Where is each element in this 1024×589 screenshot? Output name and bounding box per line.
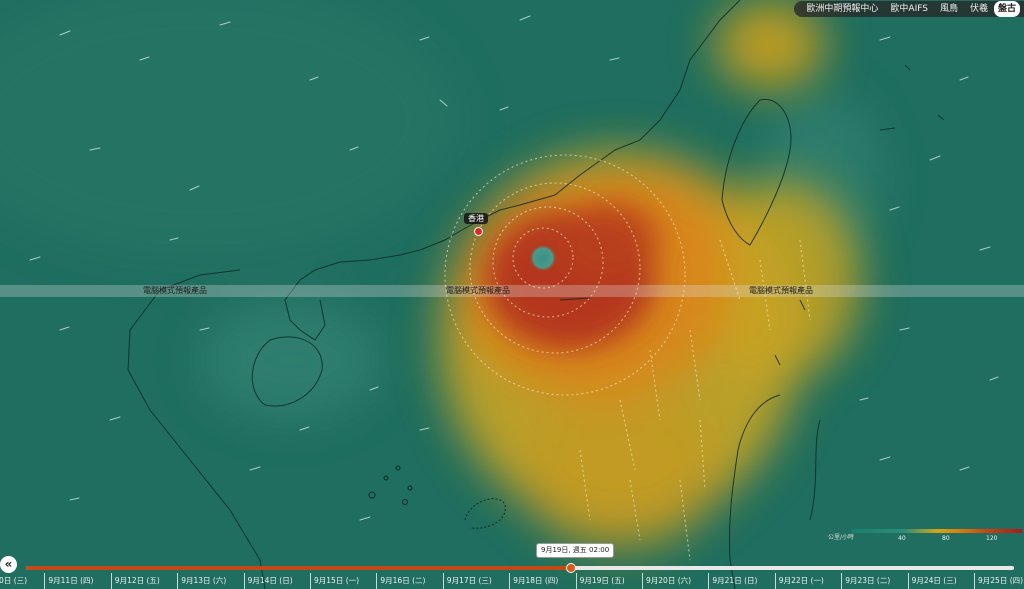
current-time-tooltip: 9月19日, 週五 02:00 [536, 543, 615, 558]
date-tick[interactable]: 9月25日 (四) [974, 573, 1024, 589]
menu-item-fuxi[interactable]: 伏羲 [964, 1, 994, 17]
date-tick[interactable]: 9月13日 (六) [177, 573, 243, 589]
legend-tick: 120 [986, 535, 998, 542]
overlay-band: 電腦模式預報產品 電腦模式預報產品 電腦模式預報產品 [0, 285, 1024, 297]
model-menu: 歐洲中期預報中心 歐中AIFS 風鳥 伏羲 盤古 [794, 1, 1024, 17]
storm-eye [529, 244, 557, 272]
date-tick[interactable]: 9月22日 (一) [774, 573, 841, 589]
menu-item-fengwu[interactable]: 風鳥 [934, 1, 964, 17]
legend-title: 公里/小時 [828, 534, 855, 541]
date-tick[interactable]: 9月19日 (五) [575, 573, 642, 589]
rewind-button[interactable]: « [0, 556, 17, 573]
timeline-progress [26, 566, 570, 570]
date-tick[interactable]: 9月14日 (日) [243, 573, 310, 589]
timeline-handle[interactable] [566, 563, 576, 573]
date-tick[interactable]: 9月21日 (日) [708, 573, 774, 589]
legend-tick: 40 [898, 535, 906, 542]
wind-legend: 公里/小時 40 80 120 [828, 527, 1024, 543]
timeline-track[interactable] [26, 566, 1014, 570]
date-tick[interactable]: 9月11日 (四) [44, 573, 110, 589]
overlay-label: 電腦模式預報產品 [143, 286, 207, 295]
city-marker[interactable] [474, 227, 483, 236]
city-label: 香港 [464, 213, 488, 224]
date-tick[interactable]: 9月24日 (三) [907, 573, 974, 589]
legend-color-bar [852, 529, 1022, 533]
date-axis: 9月10日 (三)9月11日 (四)9月12日 (五)9月13日 (六)9月14… [0, 573, 1024, 589]
date-tick[interactable]: 9月12日 (五) [110, 573, 177, 589]
legend-tick: 80 [942, 535, 950, 542]
overlay-label: 電腦模式預報產品 [749, 286, 813, 295]
date-tick[interactable]: 9月23日 (二) [841, 573, 907, 589]
menu-item-ecmwf[interactable]: 歐洲中期預報中心 [800, 1, 884, 17]
menu-item-pangu[interactable]: 盤古 [993, 1, 1020, 17]
date-tick[interactable]: 9月10日 (三) [0, 573, 44, 589]
date-tick[interactable]: 9月20日 (六) [642, 573, 708, 589]
date-tick[interactable]: 9月17日 (三) [442, 573, 509, 589]
date-tick[interactable]: 9月15日 (一) [310, 573, 376, 589]
date-tick[interactable]: 9月18日 (四) [509, 573, 575, 589]
overlay-label: 電腦模式預報產品 [446, 286, 510, 295]
menu-item-aifs[interactable]: 歐中AIFS [884, 1, 934, 17]
date-tick[interactable]: 9月16日 (二) [376, 573, 442, 589]
